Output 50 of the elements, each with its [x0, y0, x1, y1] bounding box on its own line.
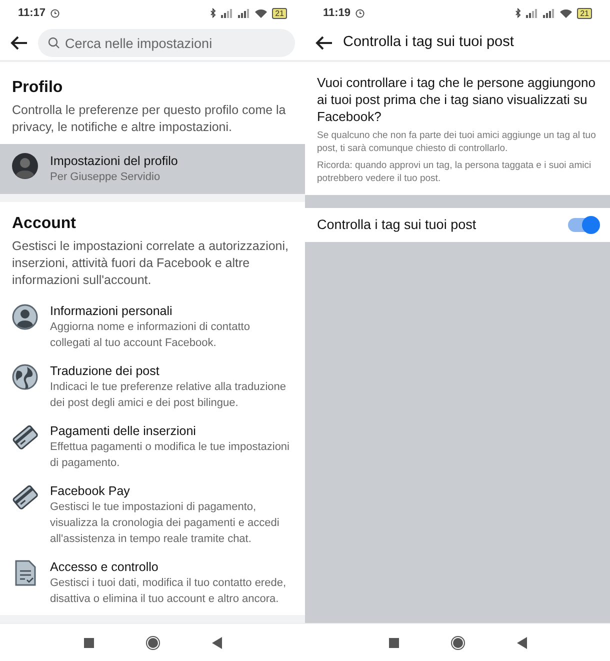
question-text: Vuoi controllare i tag che le persone aggiungono ai tuoi post prima che i tag siano visualizzati su Facebook? [317, 74, 596, 125]
wifi-icon [560, 8, 572, 18]
bluetooth-icon [515, 8, 522, 18]
bluetooth-icon [210, 8, 216, 18]
home-button[interactable] [450, 636, 464, 650]
item-title: Accesso e controllo [50, 559, 160, 575]
status-time: 11:17 [18, 6, 46, 21]
toggle-label: Controlla i tag sui tuoi post [317, 216, 476, 234]
back-button[interactable] [212, 636, 222, 648]
globe-icon [12, 364, 38, 390]
toggle-switch[interactable] [568, 218, 598, 232]
recent-apps-button[interactable] [388, 638, 398, 648]
back-arrow-icon [10, 36, 28, 50]
person-icon [12, 304, 38, 330]
item-title: Informazioni personali [50, 303, 174, 319]
item-title: Facebook Pay [50, 483, 131, 499]
signal-icon [238, 8, 250, 18]
section-title: Profilo [11, 78, 64, 98]
item-title: Impostazioni del profilo [50, 153, 178, 169]
signal-icon [526, 8, 538, 18]
status-time: 11:19 [323, 6, 351, 21]
item-description: Gestisci le tue impostazioni di pagamento, visualizza la cronologia dei pagamenti e accedi all'assistenza in tempo reale tramite chat. [50, 500, 280, 547]
page-title: Controlla i tag sui tuoi post [343, 33, 514, 52]
item-title: Traduzione dei post [50, 363, 160, 379]
search-icon [48, 37, 60, 49]
recent-apps-button[interactable] [84, 638, 94, 648]
settings-item[interactable]: Impostazioni del profilo Per Giuseppe Servidio [0, 144, 305, 194]
home-button[interactable] [146, 636, 160, 650]
item-description: Per Giuseppe Servidio [50, 170, 162, 185]
section-title: Account [11, 214, 77, 234]
item-description: Gestisci i tuoi dati, modifica il tuo contatto erede, disattiva o elimina il tuo account e altro ancora. [50, 576, 288, 607]
battery-indicator: 21 [272, 8, 287, 18]
battery-indicator: 21 [577, 8, 592, 18]
note-text: Ricorda: quando approvi un tag, la persona taggata e i suoi amici potrebbero vedere il tuo post. [317, 159, 592, 185]
note-text: Se qualcuno che non fa parte dei tuoi amici aggiunge un tag al tuo post, ti sarà comunque chiesto di controllarlo. [317, 129, 597, 155]
item-description: Effettua pagamenti o modifica le tue impostazioni di pagamento. [50, 440, 290, 471]
section-description: Gestisci le impostazioni correlate a autorizzazioni, inserzioni, attività fuori da Facebook e altre informazioni sull'account. [11, 238, 290, 289]
section-description: Controlla le preferenze per questo profilo come la privacy, le notifiche e altre impostazioni. [11, 102, 287, 136]
signal-icon [543, 8, 556, 18]
back-arrow-icon [315, 36, 333, 50]
item-description: Aggiorna nome e informazioni di contatto collegati al tuo account Facebook. [50, 320, 251, 351]
signal-icon [221, 8, 234, 18]
alarm-icon [50, 8, 60, 18]
search-field[interactable]: Cerca nelle impostazioni [38, 29, 295, 57]
avatar [12, 153, 38, 179]
item-description: Indicaci le tue preferenze relative alla traduzione dei post degli amici e dei post bilingue. [50, 380, 288, 411]
back-button[interactable] [516, 636, 526, 648]
item-title: Pagamenti delle inserzioni [50, 423, 197, 439]
wifi-icon [255, 8, 268, 18]
alarm-icon [354, 8, 365, 18]
